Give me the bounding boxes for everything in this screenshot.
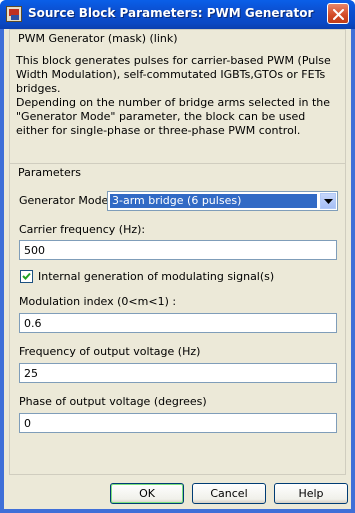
help-button[interactable]: Help xyxy=(274,483,348,504)
chevron-down-icon xyxy=(324,199,333,204)
output-phase-input[interactable]: 0 xyxy=(19,413,337,433)
output-frequency-input[interactable]: 25 xyxy=(19,363,337,383)
dialog-body: PWM Generator (mask) (link) This block g… xyxy=(4,29,351,509)
modulation-index-input[interactable]: 0.6 xyxy=(19,313,337,333)
output-phase-label: Phase of output voltage (degrees) xyxy=(19,395,207,408)
generator-mode-label: Generator Mode xyxy=(19,194,109,207)
output-frequency-label: Frequency of output voltage (Hz) xyxy=(19,345,201,358)
description-header: PWM Generator (mask) (link) xyxy=(18,32,178,45)
description-paragraph-1: This block generates pulses for carrier-… xyxy=(16,54,331,95)
generator-mode-dropdown-button[interactable] xyxy=(320,193,336,209)
dialog-window: Source Block Parameters: PWM Generator P… xyxy=(0,0,355,513)
cancel-button[interactable]: Cancel xyxy=(192,483,266,504)
description-group: PWM Generator (mask) (link) This block g… xyxy=(9,29,346,173)
ok-button[interactable]: OK xyxy=(110,483,184,504)
carrier-frequency-input[interactable]: 500 xyxy=(19,240,337,260)
generator-mode-select[interactable]: 3-arm bridge (6 pulses) xyxy=(107,191,338,211)
generator-mode-value: 3-arm bridge (6 pulses) xyxy=(110,194,317,208)
description-paragraph-2: Depending on the number of bridge arms s… xyxy=(16,96,331,137)
title-bar[interactable]: Source Block Parameters: PWM Generator xyxy=(0,0,355,29)
modulation-index-label: Modulation index (0<m<1) : xyxy=(19,295,177,308)
parameters-group: Parameters Generator Mode 3-arm bridge (… xyxy=(9,163,346,475)
internal-generation-label: Internal generation of modulating signal… xyxy=(38,270,275,283)
window-title: Source Block Parameters: PWM Generator xyxy=(28,6,314,20)
app-icon[interactable] xyxy=(6,6,22,22)
parameters-header: Parameters xyxy=(18,166,81,179)
close-button[interactable] xyxy=(327,3,349,24)
internal-generation-checkbox[interactable] xyxy=(20,270,33,283)
carrier-frequency-label: Carrier frequency (Hz): xyxy=(19,223,146,236)
checkmark-icon xyxy=(22,272,31,280)
close-icon xyxy=(333,9,344,20)
